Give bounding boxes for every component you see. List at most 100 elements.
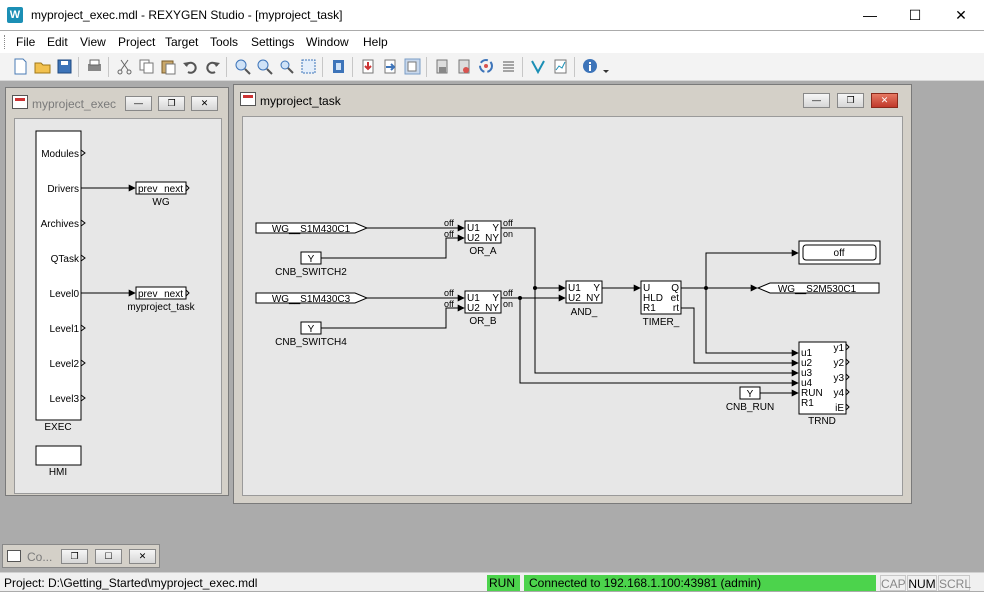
menu-help[interactable]: Help — [363, 35, 388, 49]
exec-port-level0: Level0 — [50, 289, 80, 300]
project-path: Project: D:\Getting_Started\myproject_ex… — [4, 576, 258, 590]
svg-text:Archives: Archives — [41, 219, 79, 230]
const-cnb-switch4-name: CNB_SWITCH4 — [275, 337, 347, 348]
save-icon[interactable] — [56, 58, 73, 75]
zoom-select-icon[interactable] — [300, 58, 317, 75]
toolbar — [0, 53, 984, 81]
document-icon — [12, 95, 28, 109]
maximize-button[interactable]: ☐ — [892, 0, 938, 30]
svg-text:NY: NY — [485, 233, 499, 244]
minimized-window[interactable]: Co... ❐ ☐ ✕ — [2, 544, 160, 568]
toolbar-overflow-chevron-icon[interactable] — [601, 58, 611, 75]
exec-window: myproject_exec — ❐ ✕ EXEC Modules Driver… — [5, 87, 229, 496]
or-a-block[interactable]: U1 U2 Y NY OR_A — [464, 220, 502, 257]
exec-minimize-button[interactable]: — — [125, 96, 152, 111]
svg-text:R1: R1 — [643, 303, 656, 314]
exec-window-titlebar[interactable]: myproject_exec — ❐ ✕ — [6, 88, 228, 118]
task-canvas[interactable]: WG__S1M430C1 Y CNB_SWITCH2 U1 U2 Y NY OR… — [242, 116, 903, 496]
block-b-icon[interactable] — [456, 58, 473, 75]
list-icon[interactable] — [500, 58, 517, 75]
wire-timer-trnd-u2 — [681, 307, 799, 367]
exec-close-button[interactable]: ✕ — [191, 96, 218, 111]
trend-icon[interactable] — [552, 58, 569, 75]
task-restore-button[interactable]: ❐ — [837, 93, 864, 108]
refresh-icon[interactable] — [478, 58, 495, 75]
exec-window-title: myproject_exec — [32, 97, 117, 111]
wg-block[interactable]: prev next WG — [135, 181, 190, 208]
exec-block[interactable]: EXEC — [35, 130, 82, 433]
exec-port-drivers: Drivers — [47, 184, 79, 195]
svg-text:Level0: Level0 — [50, 289, 80, 300]
menu-file[interactable]: File — [16, 35, 35, 49]
and-block[interactable]: U1 U2 Y NY AND_ — [565, 280, 603, 318]
or-b-out2-value: on — [503, 299, 513, 309]
download-icon[interactable] — [360, 58, 377, 75]
menu-target[interactable]: Target — [165, 35, 198, 49]
menu-project[interactable]: Project — [118, 35, 155, 49]
paste-icon[interactable] — [160, 58, 177, 75]
info-icon[interactable] — [582, 58, 599, 75]
svg-text:Y: Y — [308, 254, 315, 265]
document-icon — [240, 92, 256, 106]
menu-settings[interactable]: Settings — [251, 35, 294, 49]
svg-text:Level2: Level2 — [50, 359, 80, 370]
zoom-fit-icon[interactable] — [278, 58, 295, 75]
or-a-out2-value: on — [503, 229, 513, 239]
exec-canvas[interactable]: EXEC Modules Drivers Archives QTask Leve… — [14, 118, 222, 494]
close-button[interactable]: ✕ — [938, 0, 984, 30]
new-file-icon[interactable] — [12, 58, 29, 75]
task-close-button[interactable]: ✕ — [871, 93, 898, 108]
open-folder-icon[interactable] — [34, 58, 51, 75]
minimized-maximize-button[interactable]: ☐ — [95, 549, 122, 564]
menu-edit[interactable]: Edit — [47, 35, 68, 49]
menu-view[interactable]: View — [80, 35, 106, 49]
or-b-block[interactable]: U1 U2 Y NY OR_B — [464, 290, 502, 327]
window-title: myproject_exec.mdl - REXYGEN Studio - [m… — [31, 8, 343, 22]
svg-text:WG__S2M530C1: WG__S2M530C1 — [778, 284, 857, 295]
const-cnb-run-name: CNB_RUN — [726, 402, 774, 413]
minimized-close-button[interactable]: ✕ — [129, 549, 156, 564]
input-wg-s1m430c3[interactable]: WG__S1M430C3 — [255, 292, 369, 305]
num-indicator: NUM — [907, 575, 937, 591]
menu-window[interactable]: Window — [306, 35, 349, 49]
svg-text:Y: Y — [747, 389, 754, 400]
task-block[interactable]: prev next myproject_task — [127, 286, 196, 313]
timer-block[interactable]: U HLD R1 Q et rt TIMER_ — [640, 280, 682, 328]
compile-icon[interactable] — [330, 58, 347, 75]
const-cnb-switch2[interactable]: Y CNB_SWITCH2 — [275, 251, 347, 278]
print-icon[interactable] — [86, 58, 103, 75]
run-indicator: RUN — [487, 575, 520, 591]
exec-restore-button[interactable]: ❐ — [158, 96, 185, 111]
task-block-name: myproject_task — [127, 302, 195, 313]
svg-text:U2: U2 — [467, 233, 480, 244]
or-a-name: OR_A — [469, 246, 497, 257]
svg-text:NY: NY — [586, 293, 600, 304]
block-a-icon[interactable] — [434, 58, 451, 75]
watch-icon[interactable] — [530, 58, 547, 75]
input-wg-s1m430c1[interactable]: WG__S1M430C1 — [255, 222, 369, 235]
menu-tools[interactable]: Tools — [210, 35, 238, 49]
zoom-out-icon[interactable] — [256, 58, 273, 75]
const-cnb-run[interactable]: Y CNB_RUN — [726, 386, 774, 413]
svg-text:prev: prev — [138, 184, 157, 195]
undo-icon[interactable] — [182, 58, 199, 75]
or-b-out1-value: off — [503, 288, 513, 298]
diagnostics-icon[interactable] — [404, 58, 421, 75]
hmi-block[interactable]: HMI — [35, 445, 82, 478]
minimized-restore-button[interactable]: ❐ — [61, 549, 88, 564]
task-minimize-button[interactable]: — — [803, 93, 830, 108]
output-wg-s2m530c1[interactable]: WG__S2M530C1 — [756, 282, 880, 295]
redo-icon[interactable] — [204, 58, 221, 75]
or-b-in2-value: off — [444, 299, 454, 309]
minimize-button[interactable]: — — [847, 0, 893, 30]
task-window-titlebar[interactable]: myproject_task — ❐ ✕ — [234, 85, 911, 115]
zoom-in-icon[interactable] — [234, 58, 251, 75]
svg-text:QTask: QTask — [51, 254, 80, 265]
cut-icon[interactable] — [116, 58, 133, 75]
timer-name: TIMER_ — [643, 317, 680, 328]
const-cnb-switch4[interactable]: Y CNB_SWITCH4 — [275, 321, 347, 348]
copy-icon[interactable] — [138, 58, 155, 75]
upload-icon[interactable] — [382, 58, 399, 75]
trnd-block[interactable]: u1 u2 u3 u4 RUN R1 y1 y2 y3 y4 iE TRND — [798, 341, 850, 427]
display-block[interactable]: off — [798, 240, 881, 265]
